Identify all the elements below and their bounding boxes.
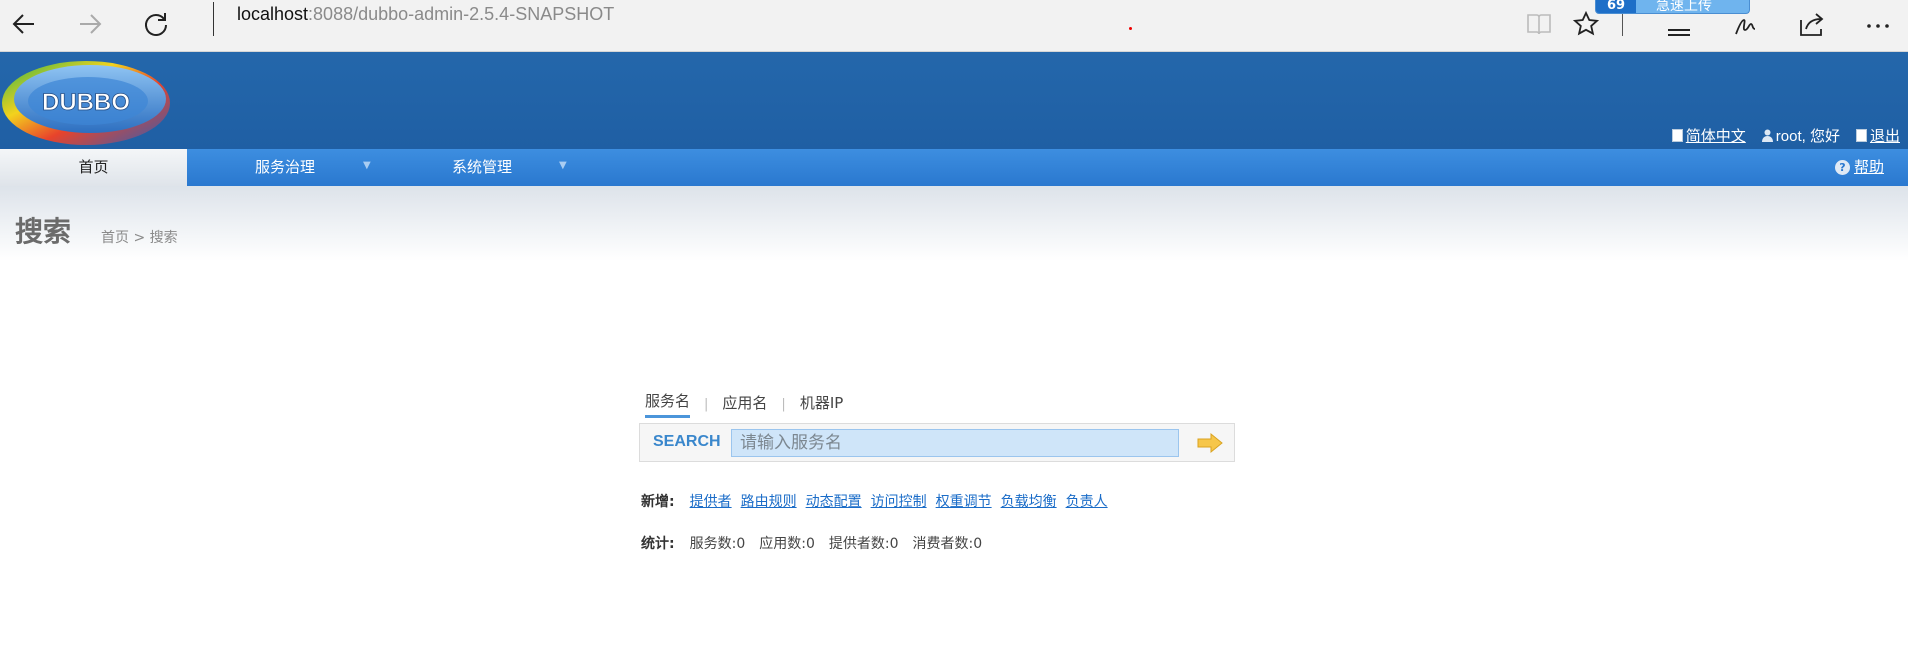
search-label: SEARCH <box>653 433 721 450</box>
browser-toolbar: localhost:8088/dubbo-admin-2.5.4-SNAPSHO… <box>0 0 1908 52</box>
consumer-count: 消费者数:0 <box>912 536 983 552</box>
help-link[interactable]: 帮助 <box>1854 149 1884 186</box>
help-icon: ? <box>1834 160 1850 175</box>
reading-view-icon[interactable] <box>1519 4 1559 44</box>
forward-arrow-icon[interactable] <box>70 4 110 44</box>
search-type-tabs: 服务名 | 应用名 | 机器IP <box>645 390 843 418</box>
share-icon[interactable] <box>1792 4 1832 44</box>
tab-machine-ip[interactable]: 机器IP <box>800 392 843 417</box>
language-item: 简体中文 <box>1671 125 1746 146</box>
tab-separator: | <box>781 396 786 412</box>
web-note-icon[interactable] <box>1726 4 1766 44</box>
search-go-button[interactable] <box>1195 430 1225 456</box>
stats-label: 统计: <box>641 536 675 552</box>
logout-icon <box>1855 129 1867 142</box>
add-access-control-link[interactable]: 访问控制 <box>871 491 927 511</box>
add-owner-link[interactable]: 负责人 <box>1066 491 1108 511</box>
user-greeting: root, 您好 <box>1775 128 1840 145</box>
nav-system-management[interactable]: 系统管理 <box>452 149 512 186</box>
nav-home[interactable]: 首页 <box>0 149 187 186</box>
nav-service-governance[interactable]: 服务治理 <box>255 149 315 186</box>
dubbo-logo[interactable]: DUBBO <box>0 57 174 149</box>
add-new-label: 新增: <box>641 494 675 510</box>
logout-link[interactable]: 退出 <box>1870 125 1900 146</box>
logo-text: DUBBO <box>42 89 130 116</box>
provider-count: 提供者数:0 <box>828 536 899 552</box>
breadcrumb: 首页 > 搜索 <box>101 230 178 246</box>
page-title: 搜索 <box>15 215 72 248</box>
header-links: 简体中文 root, 您好 退出 <box>1671 125 1900 146</box>
add-provider-link[interactable]: 提供者 <box>690 491 732 511</box>
url-path: :8088/dubbo-admin-2.5.4-SNAPSHOT <box>308 4 615 24</box>
hub-icon[interactable] <box>1658 4 1698 44</box>
app-header: DUBBO 简体中文 root, 您好 退出 <box>0 52 1908 149</box>
application-count: 应用数:0 <box>759 536 815 552</box>
add-route-link[interactable]: 路由规则 <box>741 491 797 511</box>
address-bar[interactable]: localhost:8088/dubbo-admin-2.5.4-SNAPSHO… <box>237 4 614 25</box>
dropdown-arrow-icon[interactable]: ▼ <box>363 149 371 183</box>
tab-service-name[interactable]: 服务名 <box>645 390 691 418</box>
dropdown-arrow-icon[interactable]: ▼ <box>559 149 567 183</box>
user-icon <box>1761 129 1773 142</box>
search-input[interactable] <box>731 429 1179 457</box>
add-load-balance-link[interactable]: 负载均衡 <box>1001 491 1057 511</box>
user-item: root, 您好 <box>1761 125 1840 146</box>
stats-row: 统计: 服务数:0 应用数:0 提供者数:0 消费者数:0 <box>641 533 987 553</box>
main-nav: 首页 服务治理 ▼ 系统管理 ▼ ? 帮助 <box>0 149 1908 186</box>
tab-application-name[interactable]: 应用名 <box>722 392 767 417</box>
refresh-icon[interactable] <box>136 4 176 44</box>
more-icon[interactable] <box>1858 4 1898 44</box>
add-dynamic-config-link[interactable]: 动态配置 <box>806 491 862 511</box>
red-dot-indicator <box>1129 27 1132 30</box>
add-new-row: 新增: 提供者 路由规则 动态配置 访问控制 权重调节 负载均衡 负责人 <box>641 491 1108 511</box>
document-icon <box>1671 129 1683 142</box>
help-item: ? 帮助 <box>1834 149 1884 186</box>
extension-logo: 69 <box>1596 0 1636 13</box>
address-separator <box>213 2 214 36</box>
back-arrow-icon[interactable] <box>4 4 44 44</box>
language-link[interactable]: 简体中文 <box>1686 125 1746 146</box>
page-header-band <box>0 186 1908 261</box>
search-box: SEARCH <box>639 423 1235 462</box>
logout-item: 退出 <box>1855 125 1900 146</box>
service-count: 服务数:0 <box>689 536 746 552</box>
arrow-right-icon <box>1197 432 1223 454</box>
add-weight-link[interactable]: 权重调节 <box>936 491 992 511</box>
url-host: localhost <box>237 4 309 24</box>
tab-separator: | <box>704 396 709 412</box>
